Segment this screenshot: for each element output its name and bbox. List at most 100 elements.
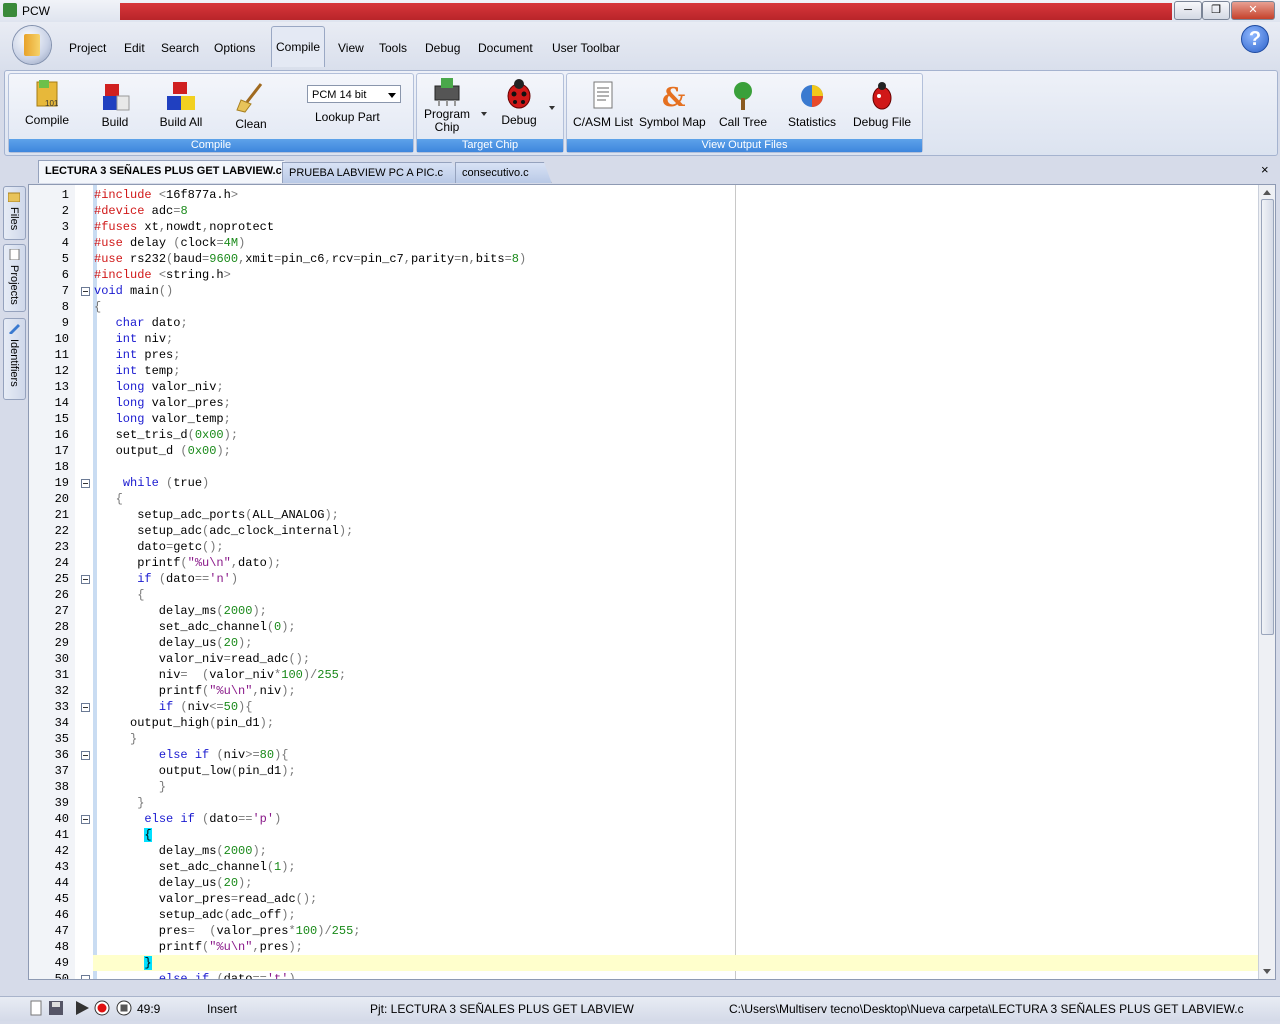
code-line[interactable]: }	[94, 955, 152, 971]
code-line[interactable]: long valor_temp;	[94, 411, 231, 427]
symbol-map-button[interactable]: & Symbol Map	[639, 80, 706, 129]
code-line[interactable]: long valor_niv;	[94, 379, 224, 395]
maximize-button[interactable]: ❐	[1202, 1, 1230, 20]
close-tab-icon[interactable]: ×	[1261, 162, 1269, 177]
part-family-select[interactable]: PCM 14 bit	[307, 85, 401, 103]
menu-compile[interactable]: Compile	[271, 26, 326, 67]
vertical-scrollbar[interactable]	[1258, 185, 1275, 979]
debug-file-button[interactable]: Debug File	[853, 80, 911, 129]
fold-toggle-icon[interactable]	[81, 287, 90, 296]
statistics-button[interactable]: Statistics	[785, 80, 839, 129]
code-line[interactable]: int temp;	[94, 363, 181, 379]
lookup-part-button[interactable]: Lookup Part	[315, 110, 380, 124]
code-line[interactable]: {	[94, 299, 101, 315]
code-line[interactable]: dato=getc();	[94, 539, 223, 555]
clean-button[interactable]: Clean	[229, 82, 273, 131]
code-line[interactable]: {	[94, 587, 144, 603]
scroll-thumb[interactable]	[1261, 199, 1274, 635]
code-line[interactable]: delay_ms(2000);	[94, 843, 267, 859]
code-line[interactable]: output_low(pin_d1);	[94, 763, 296, 779]
build-all-button[interactable]: Build All	[155, 80, 207, 129]
close-button[interactable]: ✕	[1231, 1, 1275, 20]
code-line[interactable]: set_adc_channel(0);	[94, 619, 296, 635]
fold-toggle-icon[interactable]	[81, 479, 90, 488]
code-line[interactable]: {	[94, 827, 152, 843]
help-icon[interactable]: ?	[1241, 25, 1269, 53]
fold-toggle-icon[interactable]	[81, 815, 90, 824]
code-line[interactable]: set_tris_d(0x00);	[94, 427, 238, 443]
code-line[interactable]: int niv;	[94, 331, 174, 347]
minimize-button[interactable]: ─	[1174, 1, 1202, 20]
code-line[interactable]: setup_adc_ports(ALL_ANALOG);	[94, 507, 339, 523]
code-line[interactable]: #device adc=8	[94, 203, 188, 219]
tab-prueba-labview[interactable]: PRUEBA LABVIEW PC A PIC.c	[282, 162, 467, 183]
code-line[interactable]: printf("%u\n",pres);	[94, 939, 303, 955]
code-line[interactable]: output_high(pin_d1);	[94, 715, 274, 731]
fold-toggle-icon[interactable]	[81, 575, 90, 584]
code-line[interactable]: {	[94, 491, 123, 507]
menu-document[interactable]: Document	[478, 41, 533, 55]
code-line[interactable]: delay_ms(2000);	[94, 603, 267, 619]
side-tab-projects[interactable]: Projects	[3, 244, 26, 312]
code-line[interactable]: void main()	[94, 283, 173, 299]
code-line[interactable]: int pres;	[94, 347, 181, 363]
code-line[interactable]: #include <16f877a.h>	[94, 187, 238, 203]
program-chip-dropdown-icon[interactable]	[481, 112, 487, 116]
code-line[interactable]: char dato;	[94, 315, 188, 331]
code-line[interactable]: delay_us(20);	[94, 635, 253, 651]
debug-dropdown-icon[interactable]	[549, 106, 555, 110]
menu-tools[interactable]: Tools	[379, 41, 407, 55]
code-line[interactable]: #fuses xt,nowdt,noprotect	[94, 219, 274, 235]
code-line[interactable]: #include <string.h>	[94, 267, 231, 283]
program-chip-button[interactable]: Program Chip	[421, 76, 473, 134]
code-line[interactable]: while (true)	[94, 475, 209, 491]
code-line[interactable]: else if (dato=='t')	[94, 971, 296, 979]
code-editor[interactable]: 1 #include <16f877a.h> 2 #device adc=8 3 #fus…	[28, 184, 1276, 980]
code-line[interactable]: setup_adc(adc_clock_internal);	[94, 523, 353, 539]
side-tab-identifiers[interactable]: Identifiers	[3, 318, 26, 400]
code-line[interactable]: }	[94, 731, 137, 747]
record-icon[interactable]	[94, 1000, 110, 1016]
code-line[interactable]: #use delay (clock=4M)	[94, 235, 245, 251]
menu-options[interactable]: Options	[214, 41, 255, 55]
scroll-up-icon[interactable]	[1263, 190, 1271, 195]
compile-button[interactable]: 101 Compile	[19, 78, 75, 127]
fold-toggle-icon[interactable]	[81, 751, 90, 760]
build-button[interactable]: Build	[93, 80, 137, 129]
stop-icon[interactable]	[116, 1000, 132, 1016]
code-line[interactable]: output_d (0x00);	[94, 443, 231, 459]
debug-button[interactable]: Debug	[497, 78, 541, 127]
tab-consecutivo[interactable]: consecutivo.c	[455, 162, 552, 183]
fold-toggle-icon[interactable]	[81, 975, 90, 979]
code-line[interactable]: else if (niv>=80){	[94, 747, 289, 763]
side-tab-files[interactable]: Files	[3, 186, 26, 240]
menu-search[interactable]: Search	[161, 41, 199, 55]
c-asm-list-button[interactable]: C/ASM List	[573, 80, 633, 129]
code-line[interactable]: }	[94, 795, 144, 811]
save-icon[interactable]	[48, 1000, 64, 1016]
code-line[interactable]: long valor_pres;	[94, 395, 231, 411]
menu-user-toolbar[interactable]: User Toolbar	[552, 41, 620, 55]
code-line[interactable]: valor_niv=read_adc();	[94, 651, 310, 667]
code-line[interactable]: if (dato=='n')	[94, 571, 238, 587]
code-line[interactable]: set_adc_channel(1);	[94, 859, 296, 875]
code-line[interactable]: niv= (valor_niv*100)/255;	[94, 667, 346, 683]
fold-toggle-icon[interactable]	[81, 703, 90, 712]
code-line[interactable]: printf("%u\n",dato);	[94, 555, 281, 571]
play-icon[interactable]	[74, 1000, 90, 1016]
code-line[interactable]: }	[94, 779, 166, 795]
menu-project[interactable]: Project	[69, 41, 106, 55]
call-tree-button[interactable]: Call Tree	[719, 80, 767, 129]
code-line[interactable]: #use rs232(baud=9600,xmit=pin_c6,rcv=pin…	[94, 251, 526, 267]
code-line[interactable]: printf("%u\n",niv);	[94, 683, 296, 699]
app-menu-logo-icon[interactable]	[13, 26, 51, 64]
code-line[interactable]: delay_us(20);	[94, 875, 253, 891]
code-line[interactable]: valor_pres=read_adc();	[94, 891, 317, 907]
menu-debug[interactable]: Debug	[425, 41, 460, 55]
code-line[interactable]: if (niv<=50){	[94, 699, 253, 715]
code-line[interactable]: else if (dato=='p')	[94, 811, 281, 827]
scroll-down-icon[interactable]	[1263, 969, 1271, 974]
menu-edit[interactable]: Edit	[124, 41, 145, 55]
menu-view[interactable]: View	[338, 41, 364, 55]
code-line[interactable]: setup_adc(adc_off);	[94, 907, 296, 923]
